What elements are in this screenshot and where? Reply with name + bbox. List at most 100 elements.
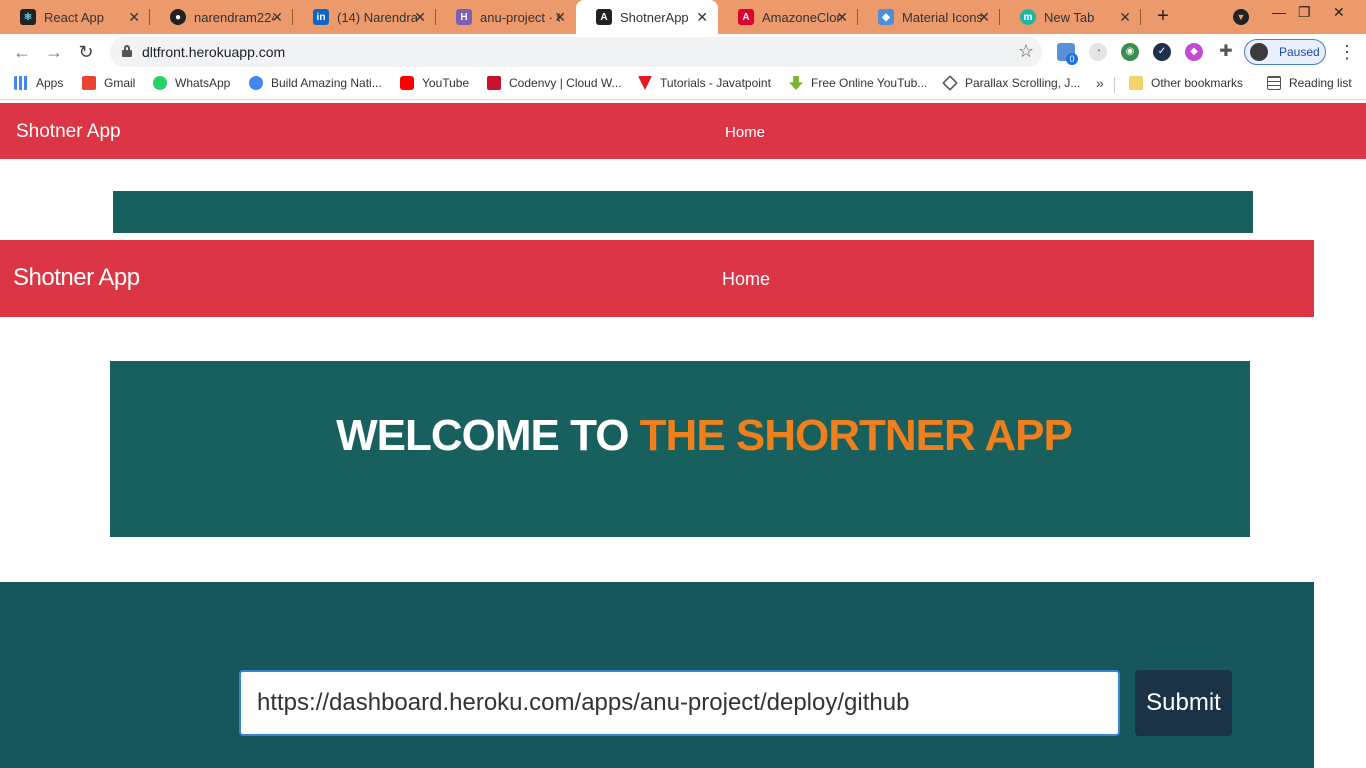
bookmark-build-amazing[interactable]: Build Amazing Nati...	[249, 76, 382, 90]
bookmarks-bar: Apps Gmail WhatsApp Build Amazing Nati..…	[0, 70, 1366, 100]
close-icon[interactable]: ✕	[128, 9, 140, 26]
close-icon[interactable]: ✕	[414, 9, 426, 26]
tab-linkedin[interactable]: in (14) Narendra ✕	[293, 0, 436, 34]
restore-icon[interactable]: ❐	[1298, 4, 1311, 21]
welcome-hero: WELCOME TO THE SHORTNER APP	[110, 361, 1250, 537]
heroku-icon: H	[456, 9, 472, 25]
lock-icon	[122, 45, 132, 57]
tab-search-chevron-icon[interactable]: ▼	[1233, 9, 1249, 25]
tab-react-app[interactable]: ⚛ React App ✕	[0, 0, 150, 34]
back-arrow-icon[interactable]: ←	[12, 42, 32, 62]
nav-link-home[interactable]: Home	[722, 269, 770, 290]
puzzle-extensions-icon[interactable]: ✚	[1217, 43, 1235, 61]
more-bookmarks-chevron-icon[interactable]: »	[1096, 75, 1104, 91]
m-icon: m	[1020, 9, 1036, 25]
hero-welcome-text: WELCOME TO	[336, 411, 629, 460]
bookmark-label: Parallax Scrolling, J...	[965, 76, 1081, 90]
bookmarks-divider	[1114, 77, 1115, 93]
nav-link-home[interactable]: Home	[725, 124, 765, 141]
main-navbar: Shotner App Home	[0, 240, 1314, 317]
close-icon[interactable]: ✕	[554, 9, 566, 26]
timer-extension-icon[interactable]: ◔	[1089, 43, 1107, 61]
tab-separator	[1140, 9, 1141, 25]
address-bar[interactable]: dltfront.herokuapp.com ☆	[110, 37, 1042, 67]
url-form-section: Submit	[0, 582, 1314, 768]
parallax-icon	[942, 75, 958, 91]
tab-title: narendram224	[194, 9, 274, 25]
material-icon: ◆	[878, 9, 894, 25]
bookmark-label: Gmail	[104, 76, 136, 90]
angular-icon: A	[596, 9, 612, 25]
avatar	[1250, 43, 1268, 61]
tab-strip: ⚛ React App ✕ ● narendram224 ✕ in (14) N…	[0, 0, 1366, 34]
javatpoint-icon	[638, 76, 652, 90]
bookmark-label: Other bookmarks	[1151, 76, 1244, 90]
bookmark-gmail[interactable]: Gmail	[82, 76, 135, 90]
bookmark-youtube[interactable]: YouTube	[400, 76, 469, 90]
close-icon[interactable]: ✕	[696, 9, 708, 26]
long-url-input[interactable]	[239, 670, 1120, 736]
bookmark-apps[interactable]: Apps	[14, 76, 63, 90]
reload-icon[interactable]: ↻	[76, 42, 96, 62]
navbar-brand[interactable]: Shotner App	[16, 121, 121, 143]
globe-extension-icon[interactable]: ◉	[1121, 43, 1139, 61]
tab-shotnerapp[interactable]: A ShotnerApp ✕	[576, 0, 718, 34]
youtube-icon	[400, 76, 414, 90]
tab-title: (14) Narendra	[337, 9, 417, 25]
reading-list-label: Reading list	[1289, 76, 1352, 90]
extension-badge: 0	[1066, 53, 1078, 65]
angular-icon: A	[738, 9, 754, 25]
reading-list-icon	[1267, 76, 1281, 90]
bookmark-label: Free Online YouTub...	[811, 76, 928, 90]
bookmark-star-icon[interactable]: ☆	[1018, 41, 1034, 62]
hero-heading: WELCOME TO THE SHORTNER APP	[110, 411, 1250, 461]
bookmark-free-online-youtube[interactable]: Free Online YouTub...	[789, 76, 927, 90]
bookmark-label: Tutorials - Javatpoint	[660, 76, 771, 90]
navbar-brand[interactable]: Shotner App	[13, 264, 140, 292]
bookmark-label: Codenvy | Cloud W...	[509, 76, 622, 90]
new-tab-plus-icon[interactable]: +	[1152, 5, 1174, 27]
bookmark-whatsapp[interactable]: WhatsApp	[153, 76, 230, 90]
minimize-icon[interactable]: —	[1272, 4, 1286, 20]
tab-title: AmazoneClone	[762, 9, 842, 25]
linkedin-icon: in	[313, 9, 329, 25]
close-icon[interactable]: ✕	[271, 9, 283, 26]
tab-material-icons[interactable]: ◆ Material Icons ✕	[858, 0, 1000, 34]
folder-icon	[1129, 76, 1143, 90]
reading-list[interactable]: Reading list	[1267, 76, 1352, 90]
bookmark-parallax[interactable]: Parallax Scrolling, J...	[942, 75, 1081, 91]
tab-title: ShotnerApp	[620, 9, 689, 25]
close-icon[interactable]: ✕	[836, 9, 848, 26]
whatsapp-icon	[153, 76, 167, 90]
close-icon[interactable]: ✕	[978, 9, 990, 26]
top-navbar: Shotner App Home	[0, 103, 1366, 159]
gem-extension-icon[interactable]: ◆	[1185, 43, 1203, 61]
bookmark-label: Apps	[36, 76, 64, 90]
tab-title: New Tab	[1044, 9, 1095, 25]
close-icon[interactable]: ✕	[1119, 9, 1131, 26]
tab-amazoneclone[interactable]: A AmazoneClone ✕	[718, 0, 858, 34]
forward-arrow-icon[interactable]: →	[44, 42, 64, 62]
bookmark-other-bookmarks[interactable]: Other bookmarks	[1129, 76, 1243, 90]
codenvy-icon	[487, 76, 501, 90]
check-extension-icon[interactable]: ✓	[1153, 43, 1171, 61]
tab-new-tab[interactable]: m New Tab ✕	[1000, 0, 1141, 34]
submit-button[interactable]: Submit	[1135, 670, 1232, 736]
bookmark-label: YouTube	[422, 76, 470, 90]
url-text[interactable]: dltfront.herokuapp.com	[142, 44, 285, 60]
hero-app-name: THE SHORTNER APP	[639, 411, 1073, 460]
tab-title: Material Icons	[902, 9, 982, 25]
page-viewport: Shotner App Home Shotner App Home WELCOM…	[0, 101, 1366, 768]
download-icon	[789, 76, 803, 90]
bookmark-codenvy[interactable]: Codenvy | Cloud W...	[487, 76, 622, 90]
teal-banner-strip	[113, 191, 1253, 233]
profile-status: Paused	[1279, 45, 1320, 59]
bookmark-javatpoint[interactable]: Tutorials - Javatpoint	[638, 76, 771, 90]
bookmark-label: WhatsApp	[175, 76, 231, 90]
window-close-icon[interactable]: ✕	[1333, 4, 1345, 21]
profile-button[interactable]: Paused	[1244, 39, 1326, 65]
tab-title: anu-project · C	[480, 9, 560, 25]
more-menu-icon[interactable]: ⋮	[1338, 42, 1356, 63]
tab-github[interactable]: ● narendram224 ✕	[150, 0, 293, 34]
tab-heroku[interactable]: H anu-project · C ✕	[436, 0, 576, 34]
